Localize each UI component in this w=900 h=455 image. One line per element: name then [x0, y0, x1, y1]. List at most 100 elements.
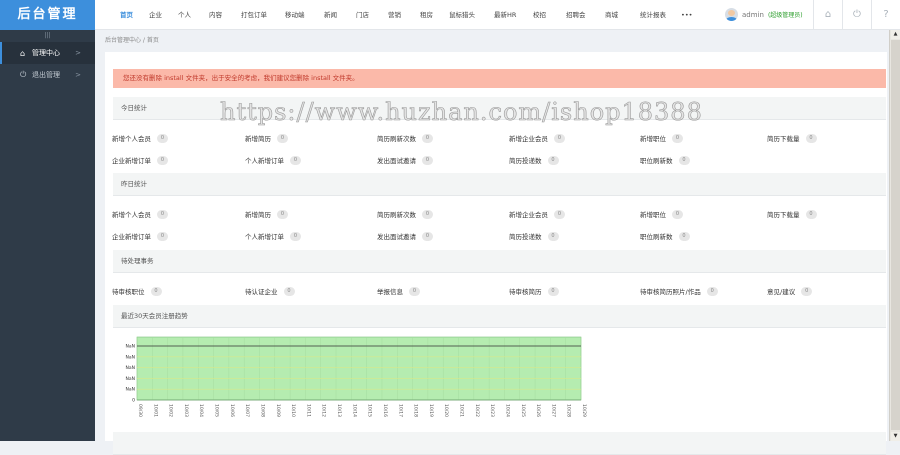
stat-item[interactable]: 新增个人会员 0 — [112, 133, 168, 143]
stat-item[interactable]: 待审核简历照片/作品 0 — [640, 286, 718, 296]
stat-item[interactable]: 发出面试邀请 0 — [377, 231, 433, 241]
stat-label: 职位刷新数 — [640, 157, 673, 165]
stat-item[interactable]: 企业新增订单 0 — [112, 155, 168, 165]
x-tick-label: 10/23 — [489, 404, 495, 417]
sidebar-collapse-toggle[interactable]: ||| — [0, 30, 95, 42]
stat-item[interactable]: 发出面试邀请 0 — [377, 155, 433, 165]
stat-count-badge: 0 — [409, 286, 420, 296]
scrollbar-thumb[interactable] — [891, 40, 900, 430]
x-tick-label: 10/08 — [259, 404, 265, 417]
nav-hr[interactable]: 最新HR — [494, 0, 516, 30]
section-pending-title: 待处理事务 — [113, 250, 886, 273]
stat-item[interactable]: 企业新增订单 0 — [112, 231, 168, 241]
nav-headhunter[interactable]: 鼠标猎头 — [449, 0, 475, 30]
nav-more[interactable]: ••• — [681, 0, 693, 30]
x-tick-label: 10/12 — [321, 404, 327, 417]
nav-content[interactable]: 内容 — [209, 0, 222, 30]
stat-item[interactable]: 新增个人会员 0 — [112, 209, 168, 219]
stat-label: 新增职位 — [640, 135, 666, 143]
registration-trend-chart: 09/30 10/01 10/02 10/03 10/04 10/05 10/06 10/07… — [126, 336, 587, 417]
nav-news[interactable]: 新闻 — [324, 0, 337, 30]
stat-item[interactable]: 待审核简历 0 — [509, 286, 559, 296]
nav-personal[interactable]: 个人 — [178, 0, 191, 30]
nav-mobile[interactable]: 移动端 — [285, 0, 305, 30]
nav-mall[interactable]: 商城 — [605, 0, 618, 30]
stat-label: 个人新增订单 — [245, 157, 284, 165]
x-tick-label: 10/17 — [397, 404, 403, 417]
stat-item[interactable]: 简历下载量 0 — [767, 209, 817, 219]
stat-item[interactable]: 新增企业会员 0 — [509, 209, 565, 219]
sidebar-item-admin-center[interactable]: ⌂ 管理中心 > — [0, 42, 95, 64]
breadcrumb: 后台管理中心 / 首页 — [105, 37, 159, 44]
stat-item[interactable]: 新增职位 0 — [640, 133, 683, 143]
stat-count-badge: 0 — [554, 133, 565, 143]
stat-item[interactable]: 简历刷新次数 0 — [377, 209, 433, 219]
sidebar-item-logout[interactable]: ⏻ 退出管理 > — [0, 64, 95, 86]
user-role: (超级管理员) — [767, 12, 803, 19]
stat-count-badge: 0 — [422, 133, 433, 143]
stat-item[interactable]: 新增简历 0 — [245, 209, 288, 219]
nav-jobfair[interactable]: 招聘会 — [566, 0, 586, 30]
user-menu[interactable]: admin (超级管理员) — [725, 8, 803, 21]
stat-label: 企业新增订单 — [112, 157, 151, 165]
stat-item[interactable]: 简历投递数 0 — [509, 155, 559, 165]
stat-label: 简历投递数 — [509, 233, 542, 241]
x-tick-label: 10/28 — [566, 404, 572, 417]
stat-label: 职位刷新数 — [640, 233, 673, 241]
scroll-down-icon[interactable]: ▼ — [891, 432, 900, 441]
nav-home[interactable]: 首页 — [120, 0, 133, 30]
scroll-up-icon[interactable]: ▲ — [891, 30, 900, 39]
stat-item[interactable]: 职位刷新数 0 — [640, 231, 690, 241]
stat-item[interactable]: 简历下载量 0 — [767, 133, 817, 143]
stat-label: 待认证企业 — [245, 288, 278, 296]
x-tick-label: 10/11 — [305, 404, 311, 417]
power-icon[interactable]: ⏻ — [842, 0, 871, 30]
stat-item[interactable]: 个人新增订单 0 — [245, 155, 301, 165]
y-tick-label: 0 — [132, 398, 135, 404]
x-tick-label: 10/15 — [367, 404, 373, 417]
stat-item[interactable]: 简历刷新次数 0 — [377, 133, 433, 143]
stat-item[interactable]: 简历投递数 0 — [509, 231, 559, 241]
nav-stores[interactable]: 门店 — [356, 0, 369, 30]
home-icon[interactable]: ⌂ — [813, 0, 842, 30]
nav-orders[interactable]: 打包订单 — [241, 0, 267, 30]
x-tick-label: 09/30 — [137, 404, 143, 417]
stat-item[interactable]: 举报信息 0 — [377, 286, 420, 296]
x-tick-label: 10/05 — [214, 404, 220, 417]
stat-label: 待审核职位 — [112, 288, 145, 296]
nav-marketing[interactable]: 营销 — [388, 0, 401, 30]
stat-item[interactable]: 个人新增订单 0 — [245, 231, 301, 241]
stat-item[interactable]: 待审核职位 0 — [112, 286, 162, 296]
stat-item[interactable]: 职位刷新数 0 — [640, 155, 690, 165]
sidebar: 后台管理 ||| ⌂ 管理中心 > ⏻ 退出管理 > — [0, 0, 95, 441]
stat-item[interactable]: 新增简历 0 — [245, 133, 288, 143]
nav-reports[interactable]: 统计报表 — [640, 0, 666, 30]
stat-item[interactable]: 新增职位 0 — [640, 209, 683, 219]
stat-label: 简历下载量 — [767, 135, 800, 143]
stat-count-badge: 0 — [422, 155, 433, 165]
x-tick-label: 10/21 — [459, 404, 465, 417]
x-tick-label: 10/07 — [244, 404, 250, 417]
x-tick-label: 10/18 — [413, 404, 419, 417]
x-tick-label: 10/10 — [290, 404, 296, 417]
stat-count-badge: 0 — [805, 209, 817, 219]
x-tick-label: 10/03 — [183, 404, 189, 417]
y-tick-label: NaN — [126, 376, 136, 382]
stat-count-badge: 0 — [290, 155, 301, 165]
nav-campus[interactable]: 校招 — [533, 0, 546, 30]
x-tick-label: 10/19 — [428, 404, 434, 417]
stat-count-badge: 0 — [277, 209, 288, 219]
help-icon[interactable]: ? — [871, 0, 900, 30]
stat-label: 个人新增订单 — [245, 233, 284, 241]
stat-item[interactable]: 待认证企业 0 — [245, 286, 295, 296]
nav-company[interactable]: 企业 — [149, 0, 162, 30]
stat-label: 企业新增订单 — [112, 233, 151, 241]
stat-item[interactable]: 意见/建议 0 — [767, 286, 813, 296]
stat-item[interactable]: 新增企业会员 0 — [509, 133, 565, 143]
nav-rent[interactable]: 租房 — [420, 0, 433, 30]
stat-count-badge: 0 — [672, 209, 683, 219]
install-warning-alert: 您还没有删除 install 文件夹，出于安全的考虑，我们建议您删除 insta… — [113, 69, 886, 88]
x-tick-label: 10/14 — [351, 404, 357, 417]
stat-count-badge: 0 — [805, 133, 817, 143]
scrollbar[interactable]: ▲ ▼ — [889, 30, 900, 441]
